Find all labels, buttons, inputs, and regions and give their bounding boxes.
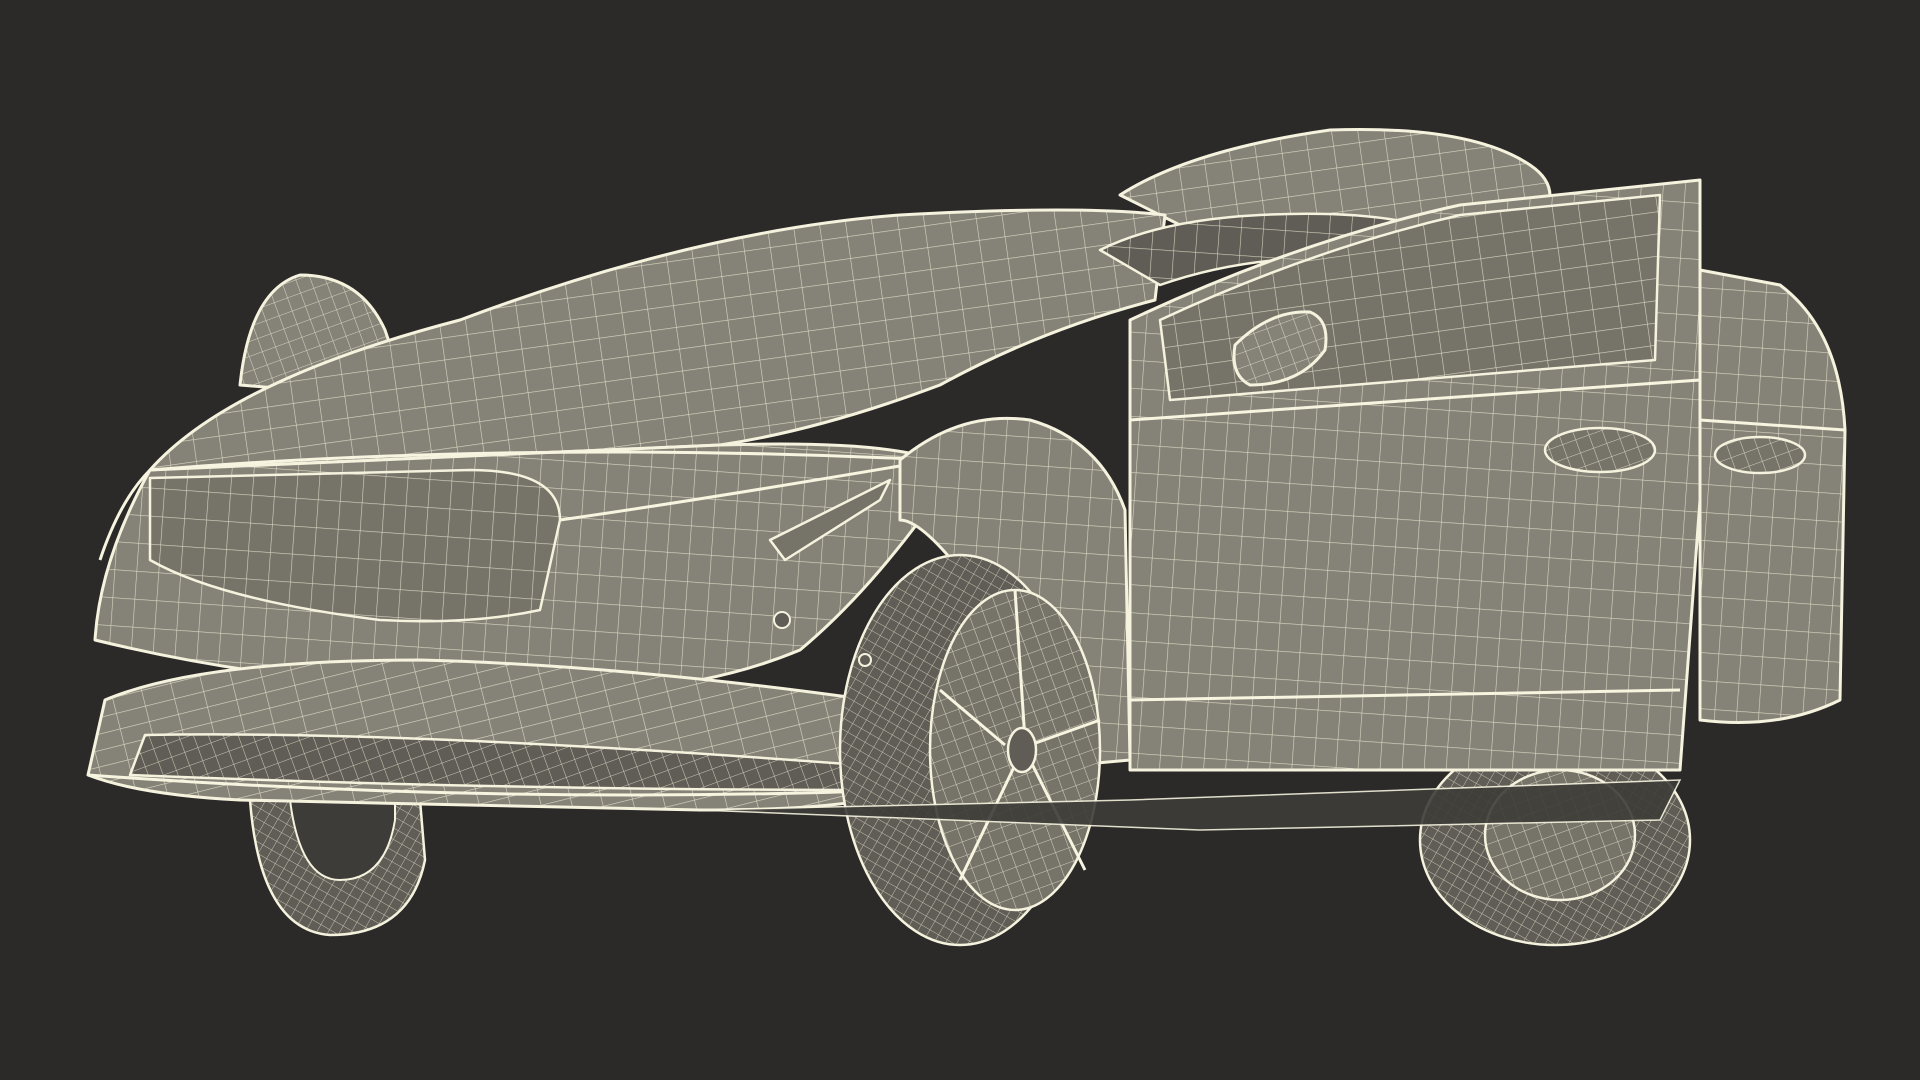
viewport <box>0 0 1920 1080</box>
front-bumper <box>86 658 902 812</box>
door-handle-front <box>1543 426 1657 474</box>
door-handle-rear <box>1713 435 1807 475</box>
front-right-wheel <box>838 553 1102 947</box>
front-left-wheel <box>248 798 427 937</box>
car-wireframe-render <box>86 127 1847 947</box>
rear-door-panel <box>1698 268 1847 724</box>
front-fascia <box>93 442 937 694</box>
